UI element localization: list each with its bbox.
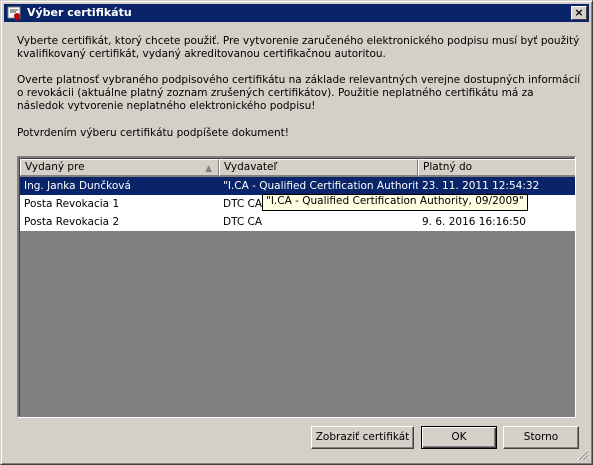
table-row[interactable]: Ing. Janka Dunčková "I.CA - Qualified Ce… [20, 177, 575, 195]
column-header-valid-to[interactable]: Platný do [418, 159, 575, 176]
cell-issued-to: Posta Revokacia 1 [24, 198, 120, 210]
certificate-icon [7, 6, 21, 21]
close-button[interactable]: × [571, 6, 587, 20]
cell-issuer: DTC CA [223, 216, 263, 228]
cell-issuer: "I.CA - Qualified Certification Authorit… [223, 180, 418, 192]
cell-issued-to: Ing. Janka Dunčková [24, 180, 131, 192]
column-header-issued-to[interactable]: Vydaný pre ▲ [20, 159, 219, 176]
table-row[interactable]: Posta Revokacia 2 DTC CA 9. 6. 2016 16:1… [20, 213, 575, 231]
cell-issued-to: Posta Revokacia 2 [24, 216, 120, 228]
show-certificate-button[interactable]: Zobraziť certifikát [311, 426, 414, 449]
revocation-warning-text: Overte platnosť vybraného podpisového ce… [17, 74, 581, 112]
certificate-dialog: Výber certifikátu × Vyberte certifikát, … [0, 0, 593, 465]
title-bar[interactable]: Výber certifikátu × [4, 4, 589, 22]
ok-button[interactable]: OK [421, 426, 497, 449]
resize-grip-icon[interactable] [577, 449, 589, 461]
window-title: Výber certifikátu [27, 6, 132, 19]
list-header: Vydaný pre ▲ Vydavateľ Platný do [20, 159, 575, 176]
confirmation-text: Potvrdením výberu certifikátu podpíšete … [17, 127, 289, 139]
column-header-issuer[interactable]: Vydavateľ [219, 159, 418, 176]
sort-ascending-icon: ▲ [205, 164, 212, 174]
cancel-button[interactable]: Storno [503, 426, 579, 449]
cell-valid-to: 9. 6. 2016 16:16:50 [422, 216, 526, 228]
issuer-tooltip: "I.CA - Qualified Certification Authorit… [262, 194, 528, 211]
intro-text: Vyberte certifikát, ktorý chcete použiť.… [17, 35, 580, 60]
cell-valid-to: 23. 11. 2011 12:54:32 [422, 180, 540, 192]
